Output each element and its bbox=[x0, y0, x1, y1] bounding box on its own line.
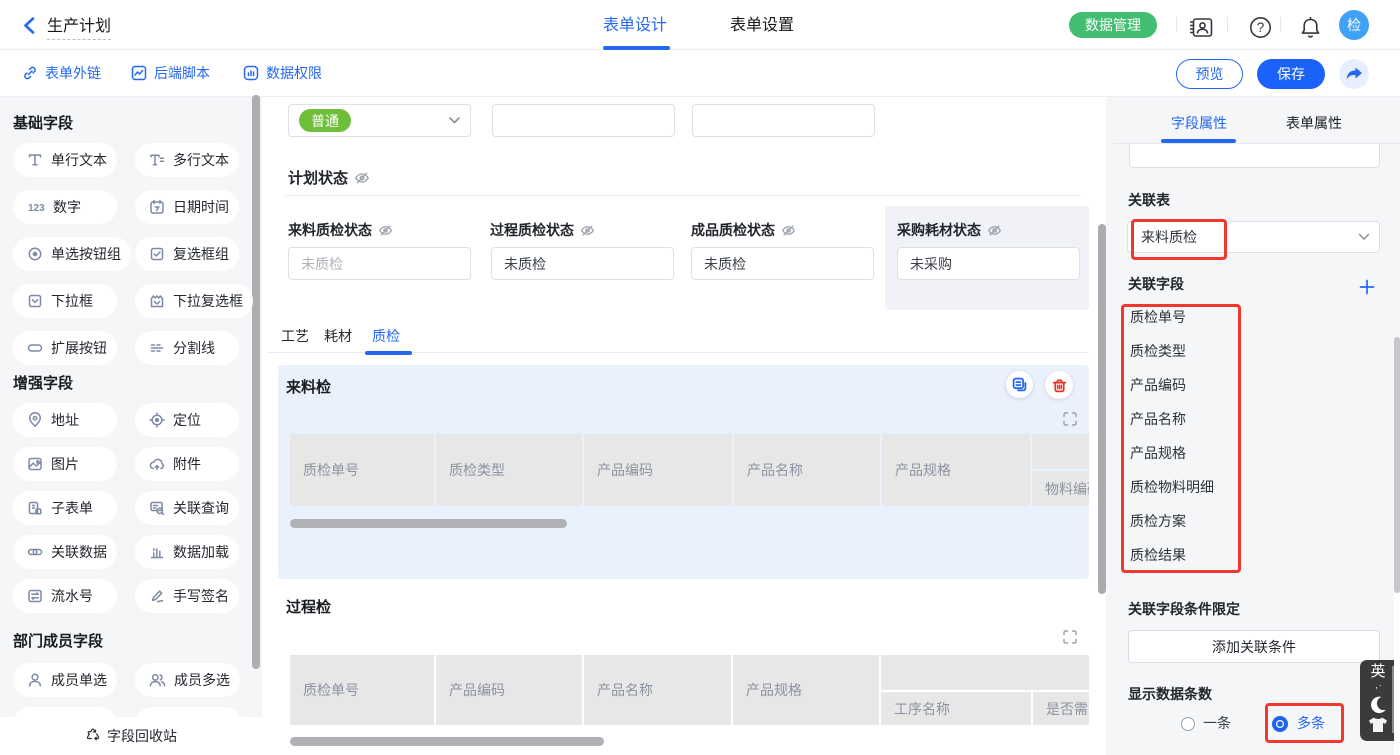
svg-text:123: 123 bbox=[28, 203, 45, 214]
svg-text:?: ? bbox=[1257, 20, 1265, 35]
